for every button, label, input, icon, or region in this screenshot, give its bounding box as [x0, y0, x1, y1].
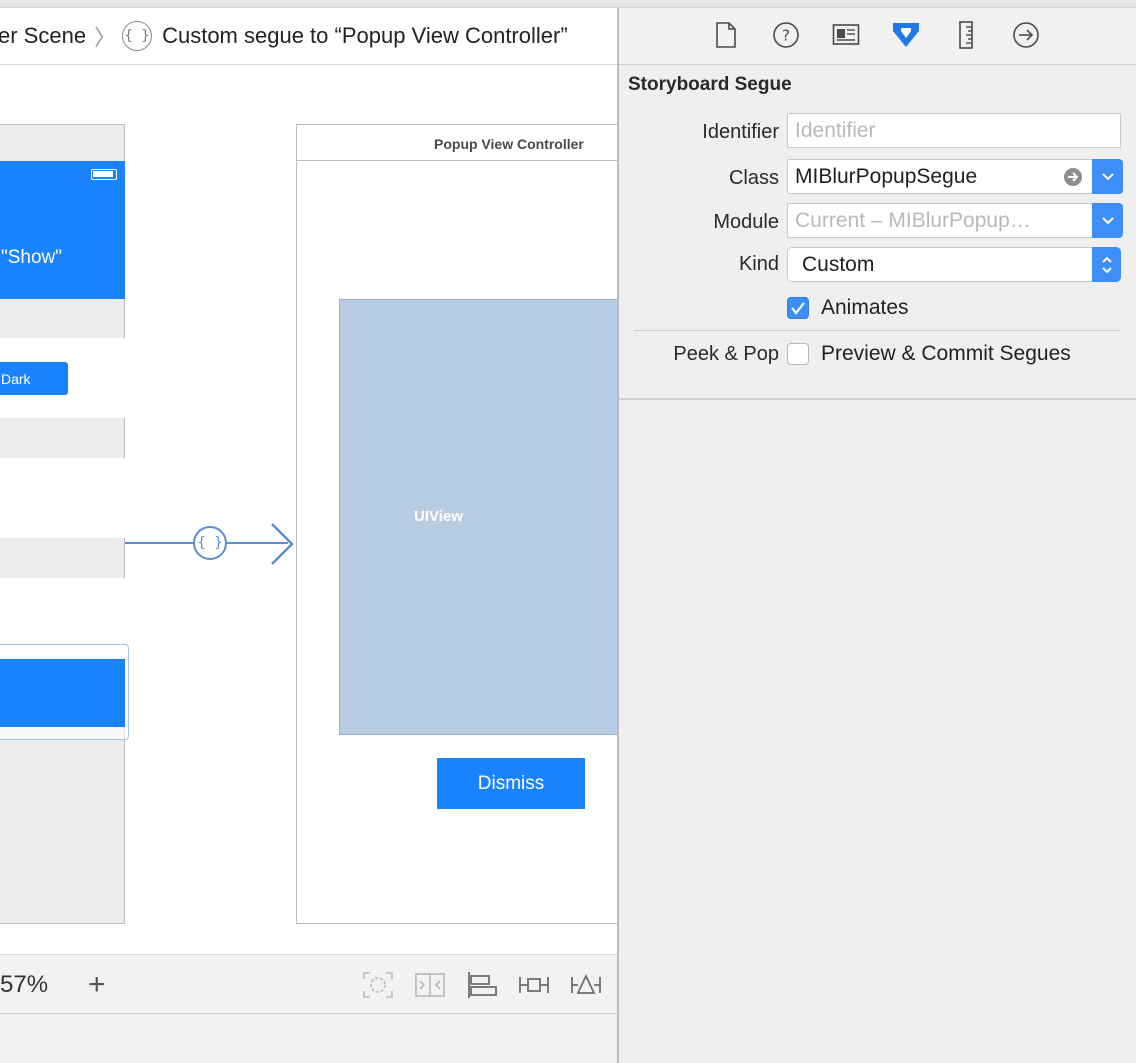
identifier-field[interactable]: Identifier	[787, 113, 1121, 148]
kind-stepper-icon[interactable]	[1092, 247, 1121, 282]
quick-help-icon[interactable]: ?	[771, 20, 801, 50]
scene-title: Popup View Controller	[297, 125, 617, 161]
attributes-inspector-icon[interactable]	[891, 20, 921, 50]
preview-commit-checkbox[interactable]	[787, 343, 809, 365]
table-row	[0, 458, 125, 538]
animates-label: Animates	[821, 296, 909, 319]
battery-icon	[91, 169, 117, 180]
chevron-down-icon	[1101, 172, 1114, 180]
class-value: MIBlurPopupSegue	[795, 165, 978, 188]
class-dropdown-button[interactable]	[1092, 159, 1123, 194]
size-inspector-icon[interactable]	[951, 20, 981, 50]
go-to-class-icon[interactable]	[1063, 167, 1083, 187]
dark-button[interactable]: Dark	[0, 362, 68, 395]
checkmark-icon	[791, 302, 805, 315]
section-divider	[619, 398, 1136, 400]
connections-inspector-icon[interactable]	[1011, 20, 1041, 50]
breadcrumb: er Scene 〉 { } Custom segue to “Popup Vi…	[0, 8, 617, 65]
utilities-inspector: ? Storyboard Segue Identifier Identifier…	[619, 8, 1136, 1063]
window-top-strip	[0, 0, 1136, 8]
resolve-auto-layout-icon[interactable]	[570, 971, 602, 999]
breadcrumb-item-scene[interactable]: er Scene	[0, 23, 86, 49]
identifier-label: Identifier	[702, 121, 779, 143]
segue-icon: { }	[122, 21, 153, 51]
source-scene[interactable]: "Show" Dark	[0, 124, 129, 924]
module-placeholder: Current – MIBlurPopup…	[795, 209, 1031, 232]
class-field[interactable]: MIBlurPopupSegue	[787, 159, 1093, 194]
zoom-in-button[interactable]: +	[88, 968, 106, 1002]
identity-inspector-icon[interactable]	[831, 20, 861, 50]
kind-popup-button[interactable]: Custom	[787, 247, 1121, 282]
module-label: Module	[713, 211, 779, 233]
inspector-tab-bar: ?	[619, 8, 1136, 65]
class-label: Class	[728, 167, 779, 189]
uiview-placeholder[interactable]: UIView	[339, 299, 617, 735]
update-frames-icon[interactable]	[362, 971, 394, 999]
align-icon[interactable]	[466, 971, 498, 999]
selected-cell[interactable]	[0, 659, 125, 727]
show-label: "Show"	[1, 247, 63, 268]
navigation-header	[0, 161, 125, 299]
chevron-down-icon	[1101, 216, 1114, 224]
pin-icon[interactable]	[518, 971, 550, 999]
segue-arrowhead-icon	[271, 523, 294, 565]
module-field[interactable]: Current – MIBlurPopup…	[787, 203, 1093, 238]
popup-scene[interactable]: Popup View Controller UIView Dismiss	[296, 124, 617, 924]
kind-label: Kind	[738, 253, 779, 275]
canvas-footer	[0, 1014, 617, 1063]
storyboard-canvas[interactable]: er Scene 〉 { } Custom segue to “Popup Vi…	[0, 0, 617, 1063]
breadcrumb-item-segue[interactable]: Custom segue to “Popup View Controller”	[162, 23, 568, 49]
breadcrumb-separator-icon: 〉	[94, 25, 117, 50]
segue-curly-braces-icon[interactable]: { }	[193, 526, 227, 560]
module-dropdown-button[interactable]	[1092, 203, 1123, 238]
section-title: Storyboard Segue	[628, 74, 792, 95]
file-inspector-icon[interactable]	[711, 20, 741, 50]
identifier-placeholder: Identifier	[795, 119, 876, 142]
animates-checkbox[interactable]	[787, 297, 809, 319]
preview-commit-label: Preview & Commit Segues	[821, 342, 1071, 365]
dismiss-button[interactable]: Dismiss	[437, 758, 585, 809]
up-down-chevron-icon	[1101, 256, 1112, 273]
peek-pop-label: Peek & Pop	[673, 343, 779, 365]
svg-text:?: ?	[782, 27, 790, 45]
kind-value: Custom	[802, 253, 875, 276]
divider	[634, 330, 1121, 331]
zoom-level[interactable]: 57%	[0, 971, 48, 999]
uiview-label: UIView	[414, 508, 463, 525]
canvas-bottom-bar: 57% +	[0, 954, 617, 1014]
embed-in-stack-icon[interactable]	[414, 971, 446, 999]
